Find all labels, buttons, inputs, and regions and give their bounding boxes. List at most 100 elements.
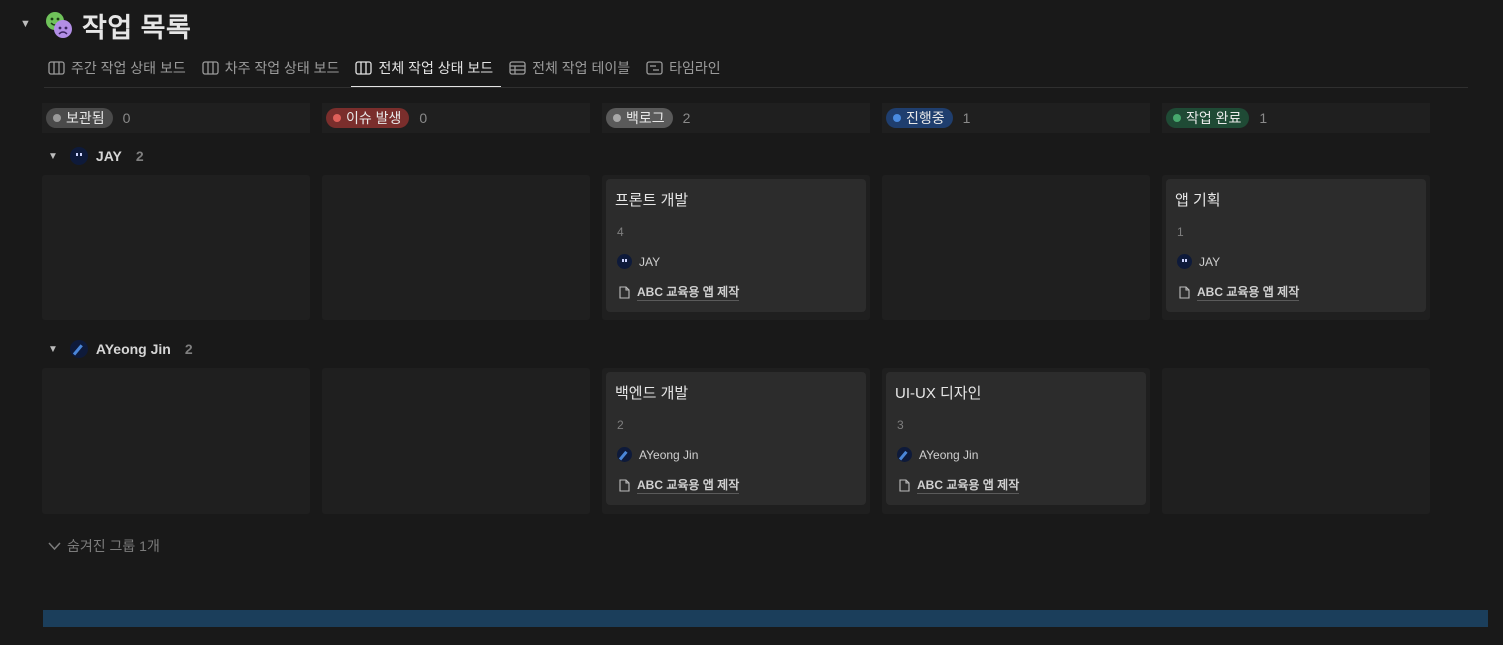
status-pill: 이슈 발생 bbox=[326, 108, 410, 128]
board-cell[interactable] bbox=[1162, 368, 1430, 514]
card-number: 4 bbox=[617, 225, 624, 239]
assignee-name: AYeong Jin bbox=[919, 447, 979, 462]
group-toggle-icon[interactable]: ▼ bbox=[48, 344, 58, 355]
group-name: AYeong Jin bbox=[95, 341, 171, 357]
tab-all-board[interactable]: 전체 작업 상태 보드 bbox=[351, 56, 501, 88]
assignee-name: AYeong Jin bbox=[639, 447, 699, 462]
avatar bbox=[1177, 254, 1192, 269]
page-title: 작업 목록 bbox=[82, 13, 192, 43]
status-label: 보관됨 bbox=[66, 110, 105, 126]
task-card[interactable]: 백엔드 개발 2 AYeong Jin ABC 교육용 앱 제작 bbox=[606, 372, 866, 505]
card-number: 2 bbox=[617, 418, 624, 432]
status-label: 작업 완료 bbox=[1186, 110, 1242, 126]
group-count: 2 bbox=[135, 148, 144, 164]
project-name: ABC 교육용 앱 제작 bbox=[637, 478, 740, 494]
status-label: 이슈 발생 bbox=[346, 110, 402, 126]
card-title: 앱 기획 bbox=[1175, 192, 1221, 209]
column-count: 1 bbox=[1259, 110, 1268, 126]
status-pill: 보관됨 bbox=[46, 108, 113, 128]
board-icon bbox=[202, 61, 219, 75]
column-header-backlog[interactable]: 백로그 2 bbox=[602, 103, 870, 133]
status-dot-icon bbox=[333, 114, 341, 122]
group-count: 2 bbox=[184, 341, 193, 357]
page-icon bbox=[619, 285, 630, 299]
card-project-link[interactable]: ABC 교육용 앱 제작 bbox=[899, 476, 1020, 494]
card-title: 백엔드 개발 bbox=[615, 385, 689, 402]
page-icon bbox=[899, 478, 910, 492]
card-project-link[interactable]: ABC 교육용 앱 제작 bbox=[619, 283, 740, 301]
avatar bbox=[897, 447, 912, 462]
board-icon bbox=[355, 61, 373, 75]
card-title: 프론트 개발 bbox=[615, 192, 689, 209]
tab-timeline[interactable]: 타임라인 bbox=[642, 56, 725, 80]
column-header-done[interactable]: 작업 완료 1 bbox=[1162, 103, 1430, 133]
card-number: 3 bbox=[897, 418, 904, 432]
avatar bbox=[69, 340, 88, 358]
table-icon bbox=[509, 61, 526, 75]
avatar bbox=[617, 254, 632, 269]
board-cell[interactable] bbox=[322, 175, 590, 320]
horizontal-scrollbar[interactable] bbox=[43, 610, 1488, 627]
column-count: 1 bbox=[962, 110, 971, 126]
card-title: UI-UX 디자인 bbox=[895, 385, 982, 402]
view-tabs: 주간 작업 상태 보드 차주 작업 상태 보드 전체 작업 상태 보드 전체 작… bbox=[44, 56, 733, 88]
status-label: 진행중 bbox=[906, 110, 945, 126]
group-header-ayeong-jin[interactable]: ▼ AYeong Jin 2 bbox=[48, 339, 193, 359]
status-pill: 작업 완료 bbox=[1166, 108, 1250, 128]
status-pill: 백로그 bbox=[606, 108, 673, 128]
tab-label: 전체 작업 테이블 bbox=[532, 60, 631, 76]
page-icon bbox=[1179, 285, 1190, 299]
card-assignee: AYeong Jin bbox=[617, 447, 698, 462]
card-number: 1 bbox=[1177, 225, 1184, 239]
task-card[interactable]: 앱 기획 1 JAY ABC 교육용 앱 제작 bbox=[1166, 179, 1426, 312]
board-icon bbox=[48, 61, 65, 75]
card-assignee: JAY bbox=[1177, 254, 1220, 269]
board-cell[interactable] bbox=[42, 175, 310, 320]
status-pill: 진행중 bbox=[886, 108, 953, 128]
assignee-name: JAY bbox=[1199, 254, 1221, 269]
page-icon bbox=[619, 478, 630, 492]
project-name: ABC 교육용 앱 제작 bbox=[1197, 285, 1300, 301]
project-name: ABC 교육용 앱 제작 bbox=[917, 478, 1020, 494]
tab-label: 타임라인 bbox=[669, 60, 721, 76]
board-cell[interactable] bbox=[42, 368, 310, 514]
column-count: 0 bbox=[122, 110, 131, 126]
board-cell[interactable] bbox=[322, 368, 590, 514]
status-label: 백로그 bbox=[626, 110, 665, 126]
tab-all-table[interactable]: 전체 작업 테이블 bbox=[505, 56, 634, 80]
tab-label: 주간 작업 상태 보드 bbox=[71, 60, 186, 76]
theater-masks-icon bbox=[46, 12, 72, 38]
tab-weekly-board[interactable]: 주간 작업 상태 보드 bbox=[44, 56, 190, 80]
tab-label: 전체 작업 상태 보드 bbox=[378, 60, 494, 76]
board-cell[interactable] bbox=[882, 175, 1150, 320]
column-header-issue[interactable]: 이슈 발생 0 bbox=[322, 103, 590, 133]
card-assignee: JAY bbox=[617, 254, 660, 269]
task-card[interactable]: UI-UX 디자인 3 AYeong Jin ABC 교육용 앱 제작 bbox=[886, 372, 1146, 505]
project-name: ABC 교육용 앱 제작 bbox=[637, 285, 740, 301]
hidden-groups-toggle[interactable]: 숨겨진 그룹 1개 bbox=[48, 536, 160, 556]
status-dot-icon bbox=[1173, 114, 1181, 122]
status-dot-icon bbox=[893, 114, 901, 122]
status-dot-icon bbox=[53, 114, 61, 122]
avatar bbox=[69, 147, 88, 165]
chevron-down-icon bbox=[48, 541, 61, 550]
group-toggle-icon[interactable]: ▼ bbox=[48, 151, 58, 162]
card-project-link[interactable]: ABC 교육용 앱 제작 bbox=[619, 476, 740, 494]
group-header-jay[interactable]: ▼ JAY 2 bbox=[48, 146, 144, 166]
column-header-in-progress[interactable]: 진행중 1 bbox=[882, 103, 1150, 133]
task-card[interactable]: 프론트 개발 4 JAY ABC 교육용 앱 제작 bbox=[606, 179, 866, 312]
card-project-link[interactable]: ABC 교육용 앱 제작 bbox=[1179, 283, 1300, 301]
avatar bbox=[617, 447, 632, 462]
group-name: JAY bbox=[95, 148, 122, 164]
status-dot-icon bbox=[613, 114, 621, 122]
timeline-icon bbox=[646, 61, 663, 75]
tab-next-week-board[interactable]: 차주 작업 상태 보드 bbox=[198, 56, 344, 80]
column-header-archived[interactable]: 보관됨 0 bbox=[42, 103, 310, 133]
collapse-toggle-icon[interactable]: ▼ bbox=[20, 18, 31, 30]
assignee-name: JAY bbox=[639, 254, 661, 269]
tab-label: 차주 작업 상태 보드 bbox=[224, 60, 340, 76]
column-count: 2 bbox=[682, 110, 691, 126]
column-count: 0 bbox=[419, 110, 428, 126]
card-assignee: AYeong Jin bbox=[897, 447, 978, 462]
tabs-divider bbox=[44, 87, 1468, 88]
